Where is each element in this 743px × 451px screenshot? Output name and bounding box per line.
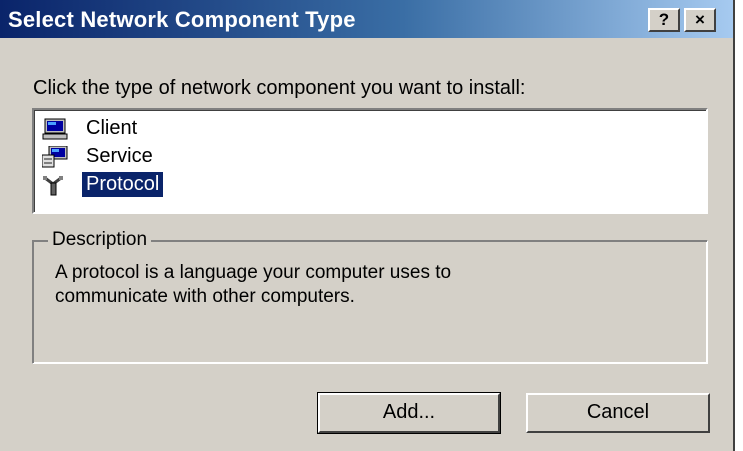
instruction-text: Click the type of network component you … [33, 77, 526, 99]
window-title: Select Network Component Type [8, 7, 356, 32]
description-line-2: communicate with other computers. [55, 286, 355, 307]
add-button[interactable]: Add... [317, 392, 501, 434]
description-line-1: A protocol is a language your computer u… [55, 262, 452, 283]
list-item-label: Protocol [80, 171, 165, 198]
close-button[interactable]: × [684, 8, 716, 32]
description-legend: Description [48, 229, 152, 251]
select-network-component-dialog: Select Network Component Type ? × Click … [0, 0, 735, 451]
list-item-label: Service [86, 145, 153, 167]
protocol-plug-icon [43, 176, 63, 196]
client-computer-icon [42, 118, 68, 140]
help-button[interactable]: ? [648, 8, 680, 32]
service-computer-icon [42, 146, 68, 168]
list-item-label: Client [86, 117, 138, 139]
title-bar[interactable]: Select Network Component Type ? × [0, 0, 733, 38]
description-text: A protocol is a language your computer u… [55, 261, 655, 309]
component-type-list[interactable]: Client Service Protocol [32, 108, 708, 214]
cancel-button[interactable]: Cancel [526, 393, 710, 433]
